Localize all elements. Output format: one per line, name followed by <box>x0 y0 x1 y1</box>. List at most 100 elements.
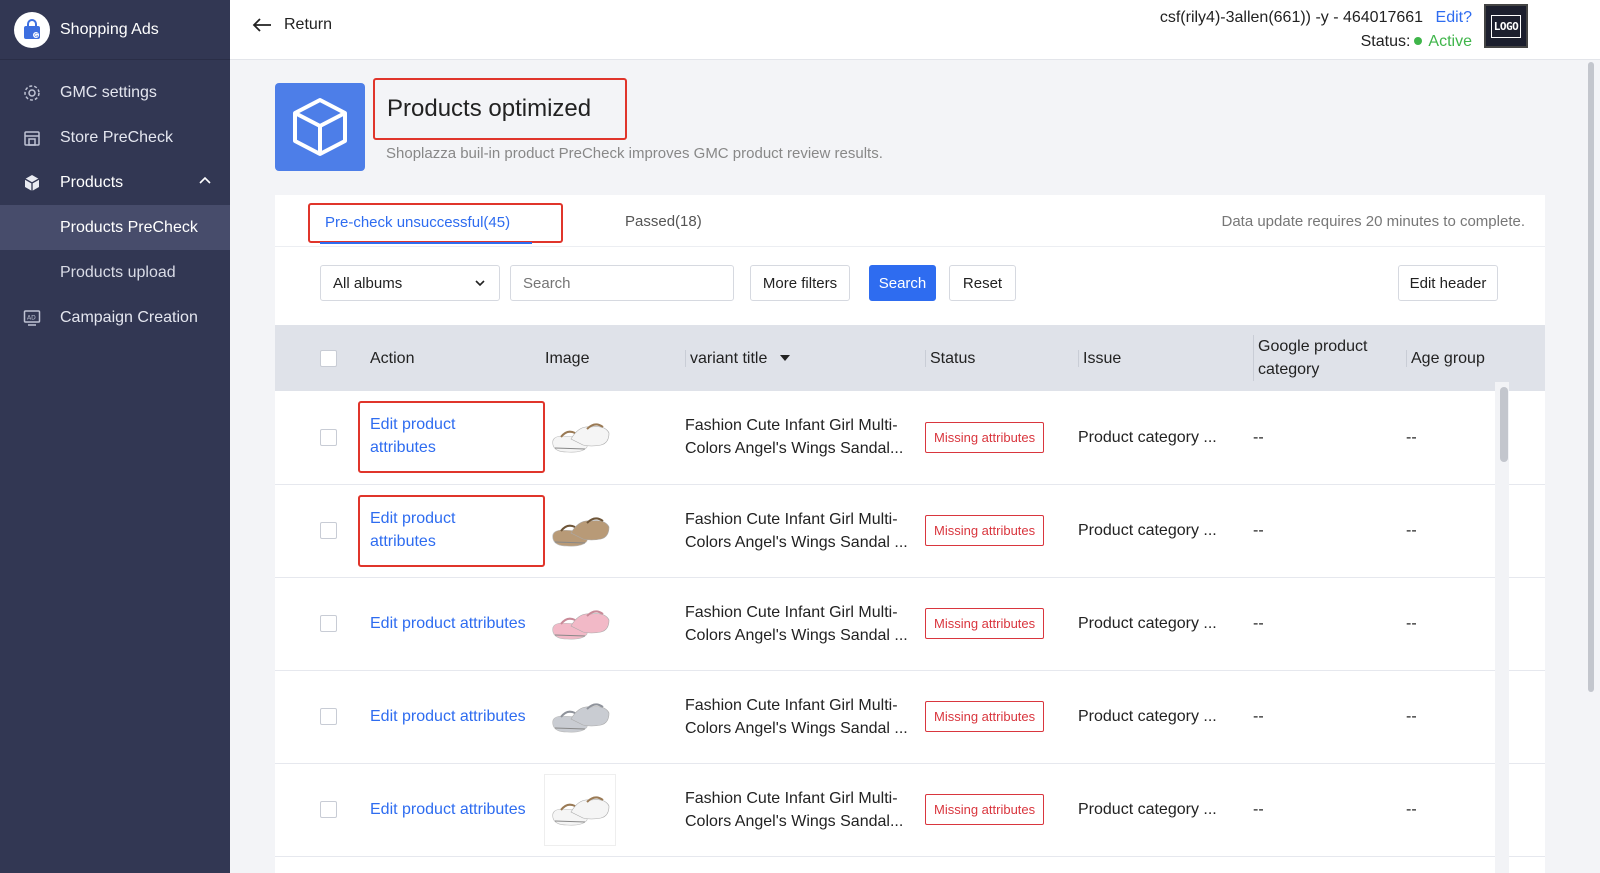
row-checkbox[interactable] <box>320 615 337 632</box>
select-all-checkbox[interactable] <box>320 349 337 367</box>
product-image <box>545 774 615 845</box>
edit-account-link[interactable]: Edit? <box>1436 9 1472 26</box>
tab-precheck-unsuccessful[interactable]: Pre-check unsuccessful(45) <box>308 203 563 243</box>
table-scrollbar-thumb[interactable] <box>1500 387 1508 462</box>
sidebar-item-label: GMC settings <box>60 83 157 101</box>
column-header-variant-title[interactable]: variant title <box>685 325 925 391</box>
sidebar-item-label: Products upload <box>60 263 176 281</box>
filter-bar: All albums More filters Search Reset Edi… <box>275 247 1545 325</box>
row-checkbox[interactable] <box>320 708 337 725</box>
tab-passed[interactable]: Passed(18) <box>625 213 702 230</box>
column-header-status: Status <box>925 349 976 367</box>
edit-product-attributes-link[interactable]: Edit product attributes <box>370 602 526 645</box>
search-button[interactable]: Search <box>869 265 936 301</box>
google-category-cell: -- <box>1253 708 1264 725</box>
issue-cell: Product category ... <box>1078 708 1217 725</box>
chevron-up-icon[interactable] <box>198 174 212 193</box>
age-group-cell: -- <box>1406 615 1417 632</box>
status-badge: Missing attributes <box>925 608 1045 639</box>
product-image <box>545 496 615 566</box>
store-icon <box>22 128 42 148</box>
sidebar-item-gmc-settings[interactable]: GMC settings <box>0 70 230 115</box>
age-group-cell: -- <box>1406 428 1417 446</box>
sidebar-item-label: Products <box>60 173 124 191</box>
edit-product-attributes-link[interactable]: Edit product attributes <box>358 494 545 567</box>
sidebar-item-products-upload[interactable]: Products upload <box>0 250 230 295</box>
account-info: csf(rily4)-3allen(661)) -y - 464017661 E… <box>1160 6 1472 54</box>
edit-header-button[interactable]: Edit header <box>1398 265 1498 301</box>
page-description: Shoplazza buil-in product PreCheck impro… <box>386 145 883 162</box>
product-image <box>545 682 615 752</box>
update-note: Data update requires 20 minutes to compl… <box>1221 213 1525 230</box>
table-row: Edit product attributes Fashion Cute Inf… <box>275 484 1545 577</box>
status-badge: Missing attributes <box>925 701 1045 732</box>
variant-title-cell: Fashion Cute Infant Girl Multi- Colors A… <box>685 696 908 737</box>
return-button[interactable]: Return <box>252 16 332 34</box>
sidebar-item-campaign-creation[interactable]: AD Campaign Creation <box>0 295 230 340</box>
google-category-cell: -- <box>1253 615 1264 632</box>
variant-title-cell: Fashion Cute Infant Girl Multi- Colors A… <box>685 417 904 458</box>
edit-product-attributes-link[interactable]: Edit product attributes <box>370 695 526 738</box>
sidebar: G Shopping Ads GMC settings Store PreChe… <box>0 0 230 873</box>
edit-product-attributes-link[interactable]: Edit product attributes <box>358 401 545 474</box>
column-header-age-group: Age group <box>1406 349 1485 367</box>
age-group-cell: -- <box>1406 522 1417 539</box>
arrow-left-icon <box>252 18 271 32</box>
age-group-cell: -- <box>1406 801 1417 818</box>
album-select[interactable]: All albums <box>320 265 500 301</box>
reset-button[interactable]: Reset <box>949 265 1016 301</box>
table-row: Edit product attributes Fashion Cute Inf… <box>275 670 1545 763</box>
cube-icon <box>275 83 365 171</box>
brand-name: Shopping Ads <box>60 20 159 38</box>
edit-product-attributes-link[interactable]: Edit product attributes <box>370 788 526 831</box>
sidebar-item-store-precheck[interactable]: Store PreCheck <box>0 115 230 160</box>
table-row: Edit product attributes Fashion Cute Inf… <box>275 577 1545 670</box>
row-checkbox[interactable] <box>320 522 337 539</box>
chevron-down-icon <box>475 280 485 287</box>
page-title: Products optimized <box>373 78 627 140</box>
row-checkbox[interactable] <box>320 801 337 818</box>
status-badge: Missing attributes <box>925 794 1045 825</box>
issue-cell: Product category ... <box>1078 615 1217 632</box>
table-row: Edit product attributes Fashion Cute Inf… <box>275 763 1545 856</box>
tab-bar: Pre-check unsuccessful(45) Passed(18) Da… <box>275 195 1545 247</box>
variant-title-cell: Fashion Cute Infant Girl Multi- Colors A… <box>685 510 908 551</box>
return-label: Return <box>284 16 333 33</box>
google-category-cell: -- <box>1253 801 1264 818</box>
product-image <box>545 402 615 472</box>
brand[interactable]: G Shopping Ads <box>0 0 230 60</box>
product-image <box>545 589 615 659</box>
variant-title-cell: Fashion Cute Infant Girl Multi- Colors A… <box>685 789 904 830</box>
status-dot <box>1414 37 1423 45</box>
gear-icon <box>22 83 42 103</box>
album-select-value: All albums <box>333 275 403 292</box>
age-group-cell: -- <box>1406 708 1417 725</box>
account-id: csf(rily4)-3allen(661)) -y - 464017661 <box>1159 9 1424 26</box>
variant-title-label: variant title <box>685 349 768 367</box>
store-logo[interactable]: LOGO <box>1484 4 1528 48</box>
active-tab-indicator <box>320 242 532 244</box>
row-checkbox[interactable] <box>320 428 337 446</box>
status-label: Status: <box>1360 33 1411 50</box>
products-table: Action Image variant title Status Issue … <box>275 325 1545 857</box>
variant-title-cell: Fashion Cute Infant Girl Multi- Colors A… <box>685 603 908 644</box>
svg-text:AD: AD <box>27 314 36 321</box>
table-header-row: Action Image variant title Status Issue … <box>275 325 1545 391</box>
table-row: Edit product attributes Fashion Cute Inf… <box>275 391 1545 484</box>
sidebar-item-label: Store PreCheck <box>60 128 173 146</box>
more-filters-button[interactable]: More filters <box>750 265 850 301</box>
sidebar-item-products[interactable]: Products <box>0 160 230 205</box>
shopping-bag-icon: G <box>14 11 50 48</box>
column-header-image: Image <box>545 349 590 367</box>
search-input[interactable] <box>510 265 734 301</box>
top-bar: Return csf(rily4)-3allen(661)) -y - 4640… <box>230 0 1600 60</box>
box-icon <box>22 173 42 193</box>
page-scrollbar[interactable] <box>1588 62 1594 692</box>
status-badge: Missing attributes <box>925 515 1045 546</box>
sidebar-item-products-precheck[interactable]: Products PreCheck <box>0 205 230 250</box>
logo-text: LOGO <box>1490 14 1522 38</box>
issue-cell: Product category ... <box>1078 428 1217 446</box>
sort-down-icon[interactable] <box>778 353 792 363</box>
column-header-action: Action <box>370 349 415 367</box>
ad-icon: AD <box>22 308 42 328</box>
